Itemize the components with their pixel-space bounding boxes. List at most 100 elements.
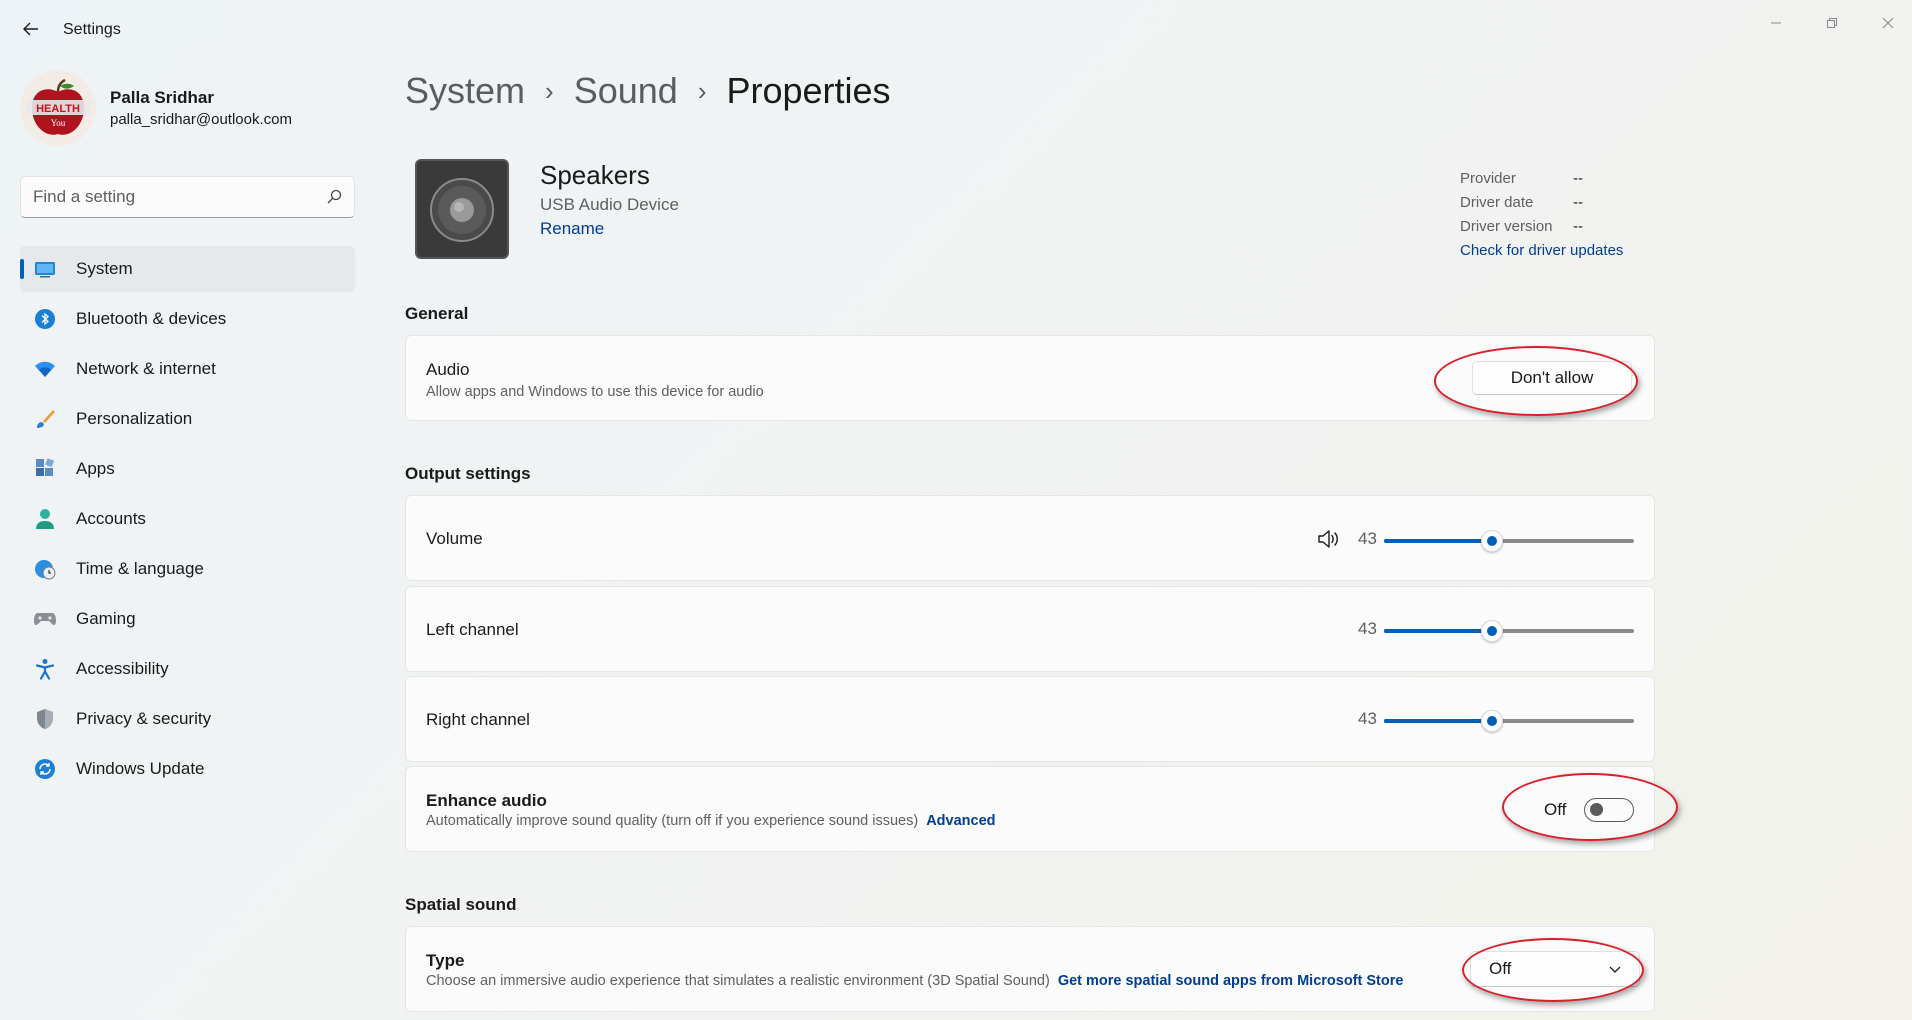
driver-date-value: -- — [1573, 193, 1583, 211]
right-channel-value: 43 — [1358, 709, 1377, 728]
audio-card: Audio Allow apps and Windows to use this… — [405, 335, 1655, 421]
chevron-right-icon: › — [545, 75, 554, 106]
sidebar-item-label: Accounts — [76, 509, 146, 528]
chevron-right-icon: › — [697, 75, 707, 106]
avatar: HEALTH You — [20, 70, 96, 146]
update-icon — [34, 758, 56, 780]
close-icon — [1882, 17, 1894, 29]
enhance-audio-description-row: Automatically improve sound quality (tur… — [426, 813, 996, 829]
output-settings-heading: Output settings — [405, 464, 531, 483]
back-arrow-icon — [23, 22, 38, 36]
slider-fill — [1384, 539, 1492, 543]
svg-text:HEALTH: HEALTH — [36, 103, 80, 115]
globe-clock-icon — [34, 558, 56, 580]
profile-name: Palla Sridhar — [110, 88, 214, 107]
user-profile[interactable]: HEALTH You Palla Sridhar palla_sridhar@o… — [20, 70, 292, 146]
left-channel-value: 43 — [1358, 619, 1377, 638]
volume-value: 43 — [1358, 529, 1377, 548]
breadcrumb-sound[interactable]: Sound — [574, 70, 678, 112]
sidebar-item-accessibility[interactable]: Accessibility — [20, 646, 355, 692]
search-icon — [327, 189, 342, 204]
close-button[interactable] — [1860, 8, 1912, 38]
speaker-device-icon — [414, 158, 510, 260]
general-heading: General — [405, 304, 469, 323]
enhance-audio-title: Enhance audio — [426, 791, 547, 810]
sidebar-item-label: Gaming — [76, 609, 136, 628]
rename-link[interactable]: Rename — [540, 219, 604, 239]
sidebar-item-apps[interactable]: Apps — [20, 446, 355, 492]
right-channel-card: Right channel 43 — [405, 676, 1655, 762]
spatial-type-card: Type Choose an immersive audio experienc… — [405, 926, 1655, 1012]
provider-value: -- — [1573, 169, 1583, 187]
spatial-type-selected: Off — [1489, 959, 1512, 978]
restore-button[interactable] — [1804, 8, 1860, 38]
sidebar-item-system[interactable]: System — [20, 246, 355, 292]
profile-email: palla_sridhar@outlook.com — [110, 111, 292, 128]
device-name: Speakers — [540, 160, 650, 190]
right-channel-title: Right channel — [426, 710, 530, 729]
minimize-icon — [1771, 22, 1781, 24]
sidebar-item-accounts[interactable]: Accounts — [20, 496, 355, 542]
volume-slider[interactable] — [1384, 529, 1634, 553]
wifi-icon — [34, 358, 56, 380]
gamepad-icon — [34, 608, 56, 630]
sidebar-item-personalization[interactable]: Personalization — [20, 396, 355, 442]
search-input[interactable]: Find a setting — [33, 187, 326, 207]
title-bar: Settings — [0, 0, 1912, 60]
enhance-audio-description: Automatically improve sound quality (tur… — [426, 813, 919, 829]
sidebar-item-label: Privacy & security — [76, 709, 212, 728]
slider-thumb[interactable] — [1480, 710, 1503, 732]
sidebar-nav: System Bluetooth & devices Network & int… — [20, 246, 355, 796]
sidebar-item-label: Apps — [76, 459, 115, 478]
system-icon — [34, 258, 56, 280]
search-box[interactable]: Find a setting — [20, 176, 355, 218]
right-channel-slider[interactable] — [1384, 709, 1634, 733]
slider-fill — [1384, 719, 1492, 723]
shield-icon — [34, 708, 56, 730]
brush-icon — [34, 408, 56, 430]
check-driver-updates-link[interactable]: Check for driver updates — [1460, 242, 1623, 259]
sidebar-item-label: Accessibility — [76, 659, 169, 678]
accessibility-icon — [34, 658, 56, 680]
sidebar-item-label: Bluetooth & devices — [76, 309, 227, 328]
volume-card: Volume 43 — [405, 495, 1655, 581]
breadcrumb-system[interactable]: System — [405, 70, 525, 112]
sidebar-item-network[interactable]: Network & internet — [20, 346, 355, 392]
driver-date-label: Driver date — [1460, 193, 1534, 211]
left-channel-title: Left channel — [426, 620, 519, 639]
audio-description: Allow apps and Windows to use this devic… — [426, 384, 764, 400]
slider-thumb[interactable] — [1480, 620, 1503, 642]
sidebar-item-label: Network & internet — [76, 359, 216, 378]
breadcrumb-properties: Properties — [726, 70, 891, 111]
enhance-audio-toggle[interactable] — [1584, 798, 1634, 822]
sidebar-item-gaming[interactable]: Gaming — [20, 596, 355, 642]
sidebar-item-label: Windows Update — [76, 759, 205, 778]
enhance-audio-state: Off — [1544, 800, 1567, 819]
sidebar-item-bluetooth[interactable]: Bluetooth & devices — [20, 296, 355, 342]
dont-allow-button[interactable]: Don't allow — [1472, 361, 1632, 395]
slider-thumb[interactable] — [1480, 530, 1503, 552]
provider-label: Provider — [1460, 169, 1516, 187]
speaker-volume-icon[interactable] — [1317, 528, 1341, 550]
spatial-type-dropdown[interactable]: Off — [1470, 951, 1640, 987]
device-subtitle: USB Audio Device — [540, 195, 679, 214]
back-button[interactable] — [18, 16, 44, 42]
person-icon — [34, 508, 56, 530]
driver-info: Provider -- Driver date -- Driver version -… — [1460, 166, 1623, 262]
spatial-type-description-row: Choose an immersive audio experience tha… — [426, 973, 1403, 989]
svg-text:You: You — [51, 118, 66, 128]
sidebar-item-label: System — [76, 259, 133, 278]
sidebar-item-time-language[interactable]: Time & language — [20, 546, 355, 592]
spatial-type-description: Choose an immersive audio experience tha… — [426, 973, 1050, 989]
sidebar-item-privacy-security[interactable]: Privacy & security — [20, 696, 355, 742]
sidebar-item-label: Personalization — [76, 409, 193, 428]
advanced-link[interactable]: Advanced — [926, 813, 995, 829]
enhance-audio-card: Enhance audio Automatically improve soun… — [405, 766, 1655, 852]
app-title: Settings — [63, 21, 121, 38]
apps-icon — [34, 458, 56, 480]
spatial-sound-heading: Spatial sound — [405, 895, 517, 914]
microsoft-store-link[interactable]: Get more spatial sound apps from Microso… — [1058, 973, 1404, 989]
sidebar-item-windows-update[interactable]: Windows Update — [20, 746, 355, 792]
minimize-button[interactable] — [1748, 8, 1804, 38]
left-channel-slider[interactable] — [1384, 619, 1634, 643]
